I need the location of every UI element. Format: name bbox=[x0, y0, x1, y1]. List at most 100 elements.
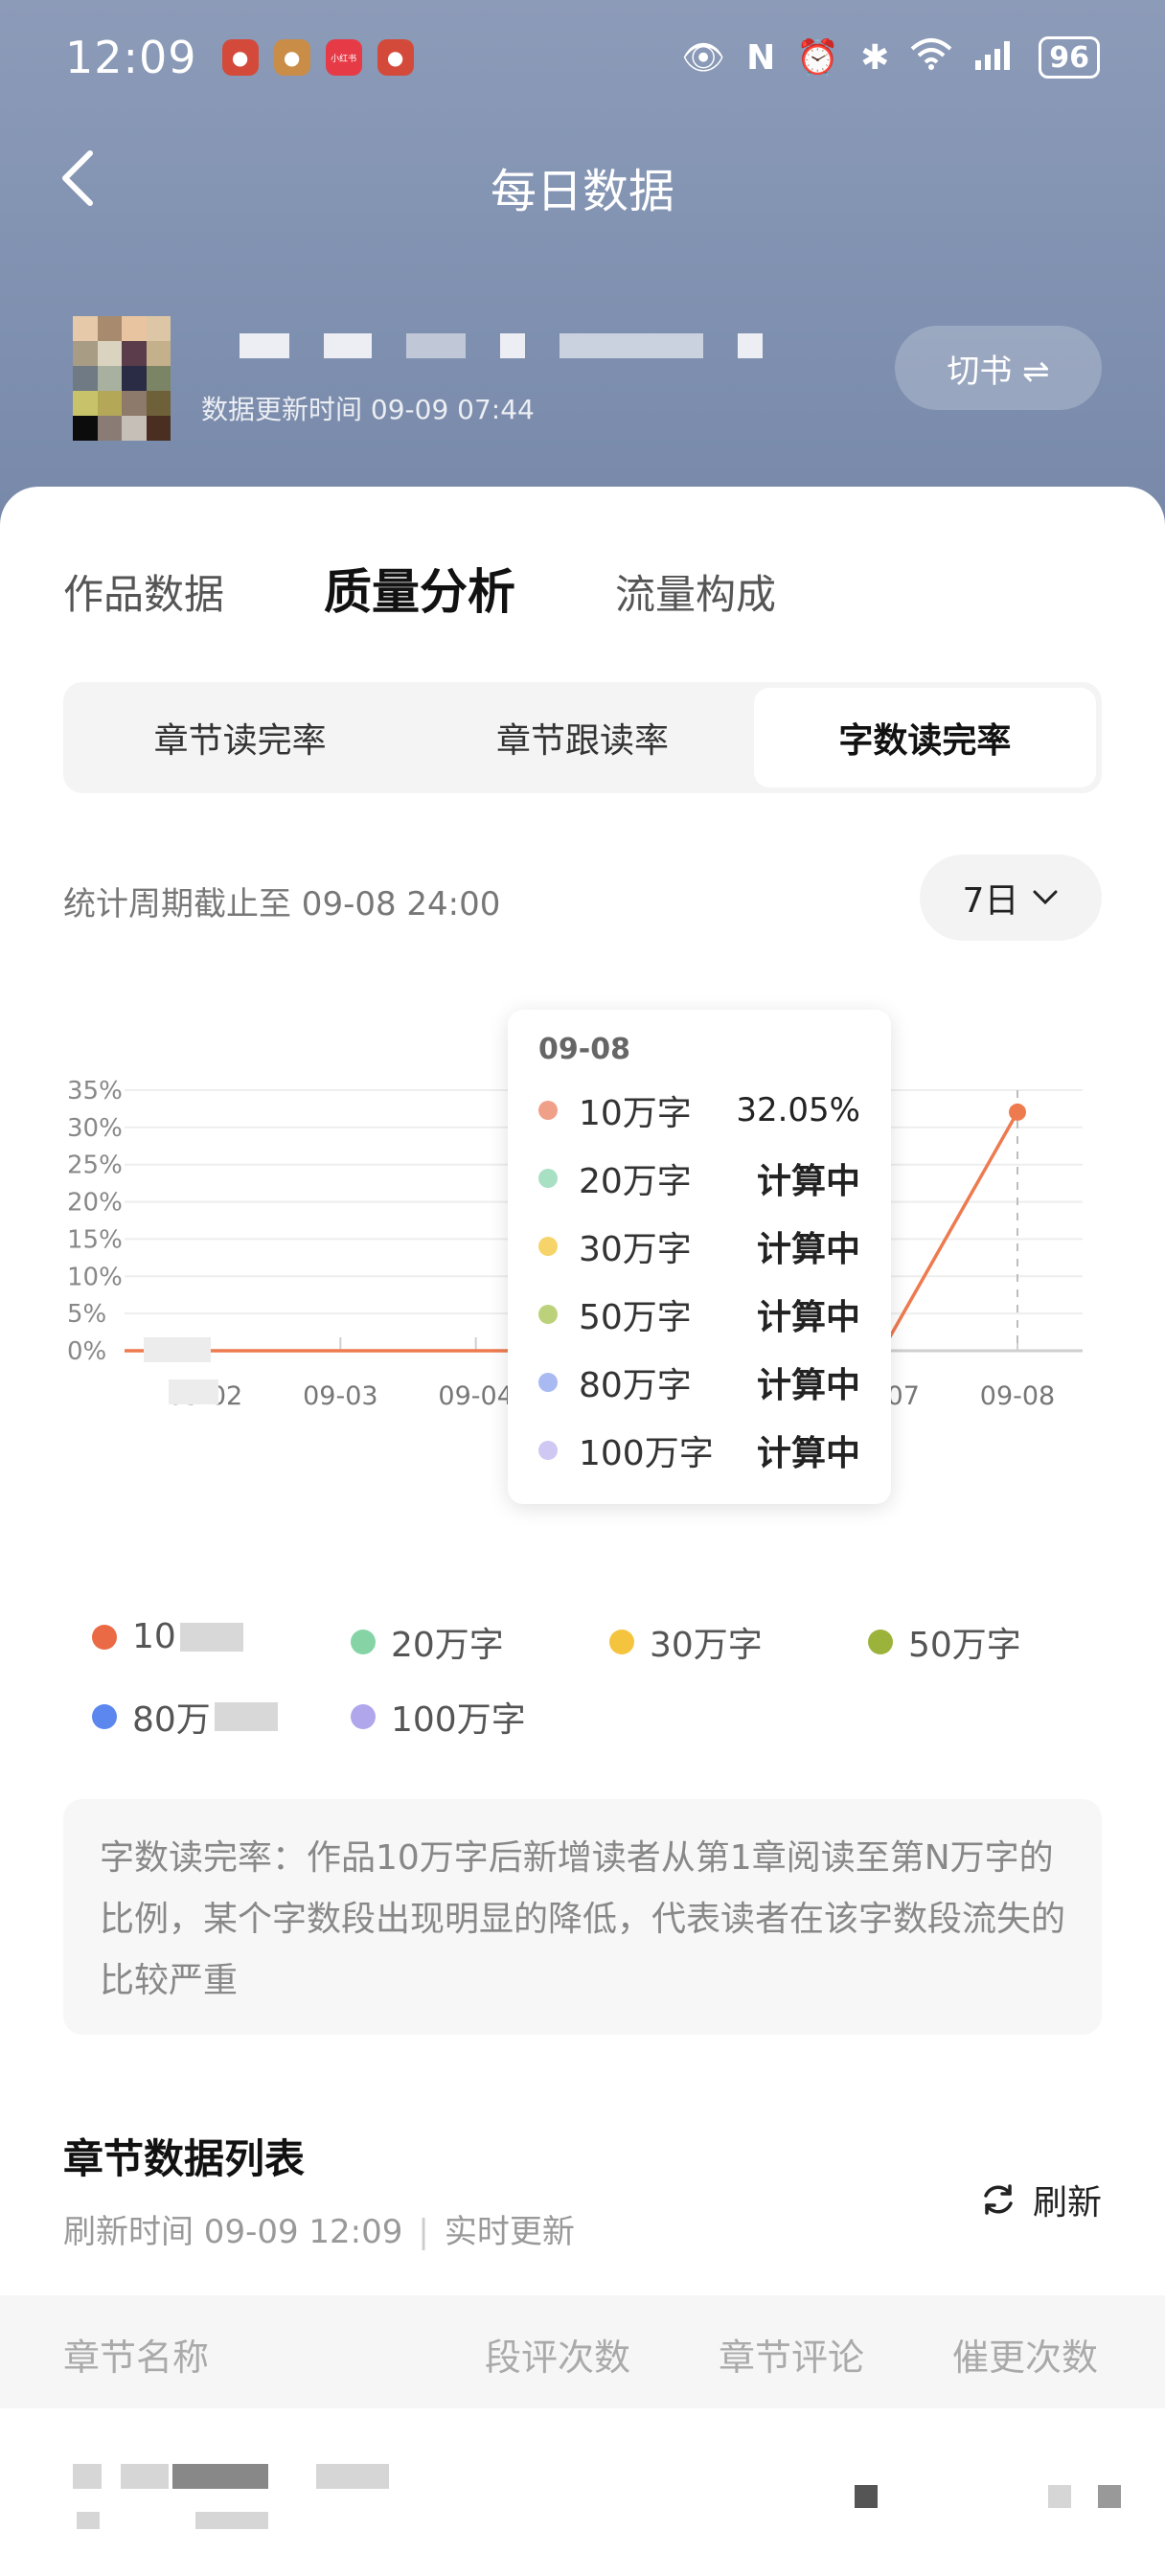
legend-label: 50万字 bbox=[908, 1626, 1021, 1665]
tooltip-series-name: 30万字 bbox=[579, 1229, 692, 1269]
series-dot-icon bbox=[538, 1168, 558, 1188]
x-tick-label: 09-04 bbox=[438, 1381, 513, 1411]
tab-works-data[interactable]: 作品数据 bbox=[63, 562, 224, 621]
battery-icon: 96 bbox=[1039, 36, 1100, 79]
legend-dot-icon bbox=[92, 1704, 117, 1729]
bluetooth-icon: ✱ bbox=[860, 37, 890, 78]
legend-dot-icon bbox=[609, 1630, 634, 1654]
redacted-block bbox=[1048, 2485, 1071, 2508]
x-tick-label: 09-08 bbox=[980, 1381, 1055, 1411]
legend-item[interactable]: 50万字 bbox=[868, 1617, 1021, 1667]
legend-dot-icon bbox=[351, 1704, 376, 1729]
redacted-block bbox=[316, 2464, 389, 2489]
table-row[interactable] bbox=[0, 2408, 1165, 2576]
nav-bar: 每日数据 bbox=[0, 125, 1165, 239]
redacted-block bbox=[1098, 2485, 1121, 2508]
legend-dot-icon bbox=[351, 1630, 376, 1654]
legend-item[interactable]: 30万字 bbox=[609, 1617, 763, 1667]
redacted-block bbox=[144, 1337, 211, 1362]
eye-icon: 👁 bbox=[681, 38, 726, 78]
tooltip-row: 80万字 计算中 bbox=[538, 1348, 860, 1416]
column-chapter-name[interactable]: 章节名称 bbox=[63, 2328, 209, 2381]
weibo-icon: ● bbox=[377, 39, 414, 76]
data-point[interactable] bbox=[1009, 1103, 1026, 1121]
weibo-icon: ● bbox=[221, 39, 259, 76]
signal-icon bbox=[973, 37, 1017, 79]
metric-description: 字数读完率：作品10万字后新增读者从第1章阅读至第N万字的比例，某个字数段出现明… bbox=[63, 1799, 1102, 2035]
redacted-block bbox=[169, 1379, 218, 1404]
legend-label: 10 bbox=[132, 1617, 176, 1656]
table-header: 章节名称 段评次数 章节评论 催更次数 bbox=[0, 2295, 1165, 2408]
legend-item[interactable]: 20万字 bbox=[351, 1617, 504, 1667]
chat-icon: ● bbox=[273, 39, 310, 76]
segment-chapter-follow[interactable]: 章节跟读率 bbox=[411, 688, 753, 787]
switch-book-button[interactable]: 切书 ⇌ bbox=[895, 326, 1102, 410]
refresh-time: 刷新时间 09-09 12:09 bbox=[63, 2213, 403, 2251]
y-tick-label: 15% bbox=[67, 1225, 123, 1254]
content-card: 作品数据 质量分析 流量构成 章节读完率 章节跟读率 字数读完率 统计周期截止至… bbox=[0, 487, 1165, 2576]
x-tick-label: 09-03 bbox=[303, 1381, 377, 1411]
y-tick-label: 35% bbox=[67, 1077, 123, 1106]
tooltip-row: 10万字 32.05% bbox=[538, 1076, 860, 1144]
redacted-block bbox=[77, 2512, 100, 2529]
main-tabs: 作品数据 质量分析 流量构成 bbox=[63, 554, 876, 623]
legend-item[interactable]: 80万 bbox=[92, 1692, 278, 1742]
page-title: 每日数据 bbox=[490, 165, 674, 218]
chart-tooltip: 09-08 10万字 32.05% 20万字 计算中 30万字 计算中 50万字 计算中 80万… bbox=[508, 1010, 891, 1504]
segment-control: 章节读完率 章节跟读率 字数读完率 bbox=[63, 682, 1102, 793]
legend-dot-icon bbox=[868, 1630, 893, 1654]
tooltip-series-value: 计算中 bbox=[756, 1297, 860, 1337]
series-dot-icon bbox=[538, 1372, 558, 1392]
series-dot-icon bbox=[538, 1440, 558, 1460]
chevron-down-icon bbox=[1033, 890, 1058, 905]
redacted-block bbox=[195, 2512, 268, 2529]
segment-chapter-finish[interactable]: 章节读完率 bbox=[69, 688, 411, 787]
tooltip-series-name: 10万字 bbox=[579, 1093, 692, 1133]
range-select[interactable]: 7日 bbox=[920, 855, 1102, 941]
legend-item[interactable]: 100万字 bbox=[351, 1692, 526, 1742]
chapter-list-subtitle: 刷新时间 09-09 12:09 | 实时更新 bbox=[63, 2213, 575, 2251]
redacted-block bbox=[179, 1622, 243, 1652]
refresh-label: 刷新 bbox=[1032, 2183, 1102, 2223]
column-chapter-comments[interactable]: 章节评论 bbox=[719, 2328, 864, 2381]
tooltip-row: 100万字 计算中 bbox=[538, 1416, 860, 1484]
legend-item[interactable]: 10 bbox=[92, 1617, 243, 1656]
legend-label: 30万字 bbox=[650, 1626, 763, 1665]
range-label: 7日 bbox=[962, 881, 1019, 921]
y-tick-label: 20% bbox=[67, 1189, 123, 1218]
tooltip-row: 50万字 计算中 bbox=[538, 1280, 860, 1348]
y-tick-label: 30% bbox=[67, 1114, 123, 1143]
column-paragraph-comments[interactable]: 段评次数 bbox=[485, 2328, 630, 2381]
tooltip-series-value: 计算中 bbox=[756, 1229, 860, 1269]
tooltip-series-value: 32.05% bbox=[736, 1090, 860, 1129]
y-tick-label: 0% bbox=[67, 1337, 106, 1366]
series-dot-icon bbox=[538, 1236, 558, 1256]
realtime-label: 实时更新 bbox=[444, 2213, 575, 2251]
refresh-icon bbox=[984, 2184, 1013, 2215]
tooltip-series-value: 计算中 bbox=[756, 1365, 860, 1405]
redacted-block bbox=[855, 2485, 878, 2508]
column-update-requests[interactable]: 催更次数 bbox=[952, 2328, 1098, 2381]
status-bar: 12:09 ● ● 小红书 ● 👁 N ⏰ ✱ 96 bbox=[0, 0, 1165, 115]
refresh-button[interactable]: 刷新 bbox=[979, 2175, 1102, 2224]
segment-word-finish[interactable]: 字数读完率 bbox=[753, 688, 1096, 787]
book-name-redacted bbox=[240, 333, 814, 358]
chapter-list-title: 章节数据列表 bbox=[63, 2135, 306, 2182]
tooltip-row: 30万字 计算中 bbox=[538, 1212, 860, 1280]
tab-traffic[interactable]: 流量构成 bbox=[615, 562, 776, 621]
y-tick-label: 5% bbox=[67, 1300, 106, 1329]
tooltip-series-name: 20万字 bbox=[579, 1161, 692, 1201]
tooltip-date: 09-08 bbox=[538, 1033, 630, 1066]
redacted-block bbox=[172, 2464, 268, 2489]
legend-dot-icon bbox=[92, 1624, 117, 1650]
status-indicators: 👁 N ⏰ ✱ 96 bbox=[681, 36, 1100, 79]
tab-quality-analysis[interactable]: 质量分析 bbox=[324, 554, 515, 623]
period-text: 统计周期截止至 09-08 24:00 bbox=[63, 885, 501, 923]
series-dot-icon bbox=[538, 1304, 558, 1324]
xiaohongshu-icon: 小红书 bbox=[325, 39, 362, 76]
tooltip-series-name: 50万字 bbox=[579, 1297, 692, 1337]
book-info: 数据更新时间 09-09 07:44 切书 ⇌ bbox=[0, 307, 1165, 450]
series-dot-icon bbox=[538, 1100, 558, 1120]
status-app-icons: ● ● 小红书 ● bbox=[221, 39, 414, 76]
status-time: 12:09 bbox=[65, 32, 197, 83]
